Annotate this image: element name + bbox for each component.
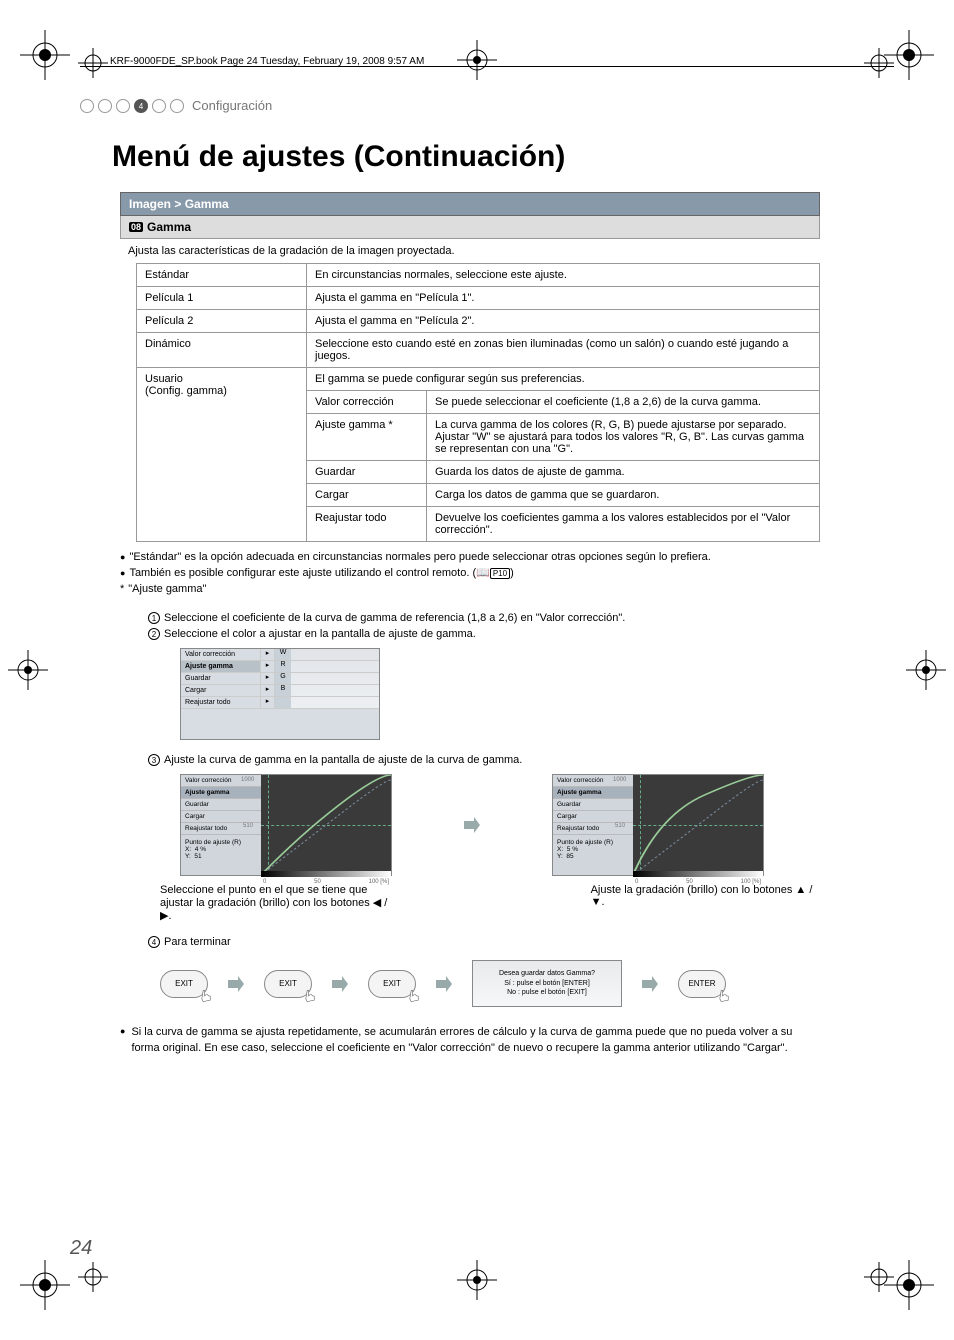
cell-label: Dinámico	[137, 333, 307, 368]
page-ref-icon: 📖	[476, 567, 490, 579]
sub-header-text: Gamma	[147, 220, 191, 234]
cell-desc: La curva gamma de los colores (R, G, B) …	[427, 414, 820, 461]
arrow-right-icon	[640, 974, 660, 994]
cell-label: Usuario(Config. gamma)	[137, 368, 307, 542]
cell-desc: Devuelve los coeficientes gamma a los va…	[427, 507, 820, 542]
table-row: Estándar En circunstancias normales, sel…	[120, 264, 820, 287]
step-4: 4Para terminar	[148, 936, 820, 948]
section-header: Imagen > Gamma	[120, 192, 820, 216]
exit-button[interactable]: EXIT	[264, 970, 312, 998]
exit-button[interactable]: EXIT	[368, 970, 416, 998]
cell-label: Película 1	[137, 287, 307, 310]
sub-header: 08 Gamma	[120, 216, 820, 239]
enter-button[interactable]: ENTER	[678, 970, 726, 998]
arrow-right-icon	[462, 815, 482, 835]
cell-desc: Seleccione esto cuando esté en zonas bie…	[307, 333, 820, 368]
bc-step-5	[152, 99, 166, 113]
cell-desc: Se puede seleccionar el coeficiente (1,8…	[427, 391, 820, 414]
note-item: También es posible configurar este ajust…	[120, 566, 820, 582]
final-note: ● Si la curva de gamma se ajusta repetid…	[120, 1025, 820, 1056]
save-dialog: Desea guardar datos Gamma? Sí : pulse el…	[472, 960, 622, 1007]
top-rule	[80, 66, 894, 67]
cell-label: Cargar	[307, 484, 427, 507]
corner-cross-tr	[864, 48, 894, 78]
table-row: Dinámico Seleccione esto cuando esté en …	[120, 333, 820, 368]
cell-desc: Ajusta el gamma en "Película 1".	[307, 287, 820, 310]
breadcrumb-label: Configuración	[192, 98, 272, 113]
bc-step-1	[80, 99, 94, 113]
cell-label: Ajuste gamma *	[307, 414, 427, 461]
gamma-chart-left: Valor corrección Ajuste gamma Guardar Ca…	[180, 774, 392, 876]
bc-step-6	[170, 99, 184, 113]
corner-cross-bl	[78, 1262, 108, 1292]
bc-step-4: 4	[134, 99, 148, 113]
cell-desc: El gamma se puede configurar según sus p…	[307, 368, 820, 391]
exit-button[interactable]: EXIT	[160, 970, 208, 998]
hand-cursor-icon	[717, 989, 731, 1003]
gamma-menu-screenshot-1: Valor corrección▸W Ajuste gamma▸R Guarda…	[180, 648, 380, 740]
gamma-graph-pair: Valor corrección Ajuste gamma Guardar Ca…	[180, 774, 820, 876]
crop-mark-bl	[20, 1260, 70, 1310]
sub-header-tag: 08	[129, 222, 143, 232]
cell-desc: Carga los datos de gamma que se guardaro…	[427, 484, 820, 507]
note-item: "Ajuste gamma"	[120, 582, 820, 598]
caption-left: Seleccione el punto en el que se tiene q…	[160, 884, 391, 922]
crop-mark-tl	[20, 30, 70, 80]
hand-cursor-icon	[303, 989, 317, 1003]
graph-captions: Seleccione el punto en el que se tiene q…	[160, 884, 820, 922]
bullet-icon: ●	[120, 1025, 125, 1056]
cell-desc: En circunstancias normales, seleccione e…	[307, 264, 820, 287]
table-row: Usuario(Config. gamma) El gamma se puede…	[120, 368, 820, 391]
breadcrumb: 4 Configuración	[80, 98, 272, 113]
gamma-chart-right: Valor corrección Ajuste gamma Guardar Ca…	[552, 774, 764, 876]
settings-table: Estándar En circunstancias normales, sel…	[120, 263, 820, 542]
notes-list: "Estándar" es la opción adecuada en circ…	[120, 550, 820, 598]
cell-desc: Ajusta el gamma en "Película 2".	[307, 310, 820, 333]
section-desc: Ajusta las características de la gradaci…	[120, 239, 820, 263]
crop-mark-mb	[457, 1260, 497, 1300]
arrow-right-icon	[330, 974, 350, 994]
corner-cross-br	[864, 1262, 894, 1292]
page-number: 24	[70, 1237, 92, 1260]
crop-mark-ml	[8, 650, 48, 690]
cell-label: Estándar	[137, 264, 307, 287]
bc-step-2	[98, 99, 112, 113]
exit-flow: EXIT EXIT EXIT Desea guardar datos Gamma…	[160, 960, 820, 1007]
corner-cross-tl	[78, 48, 108, 78]
caption-right: Ajuste la gradación (brillo) con lo boto…	[591, 884, 820, 922]
arrow-right-icon	[434, 974, 454, 994]
hand-cursor-icon	[407, 989, 421, 1003]
table-row: Película 1 Ajusta el gamma en "Película …	[120, 287, 820, 310]
crop-mark-mr	[906, 650, 946, 690]
step-3: 3Ajuste la curva de gamma en la pantalla…	[148, 754, 820, 766]
arrow-right-icon	[226, 974, 246, 994]
note-item: "Estándar" es la opción adecuada en circ…	[120, 550, 820, 566]
bc-step-3	[116, 99, 130, 113]
page-title: Menú de ajustes (Continuación)	[112, 140, 565, 174]
table-row: Película 2 Ajusta el gamma en "Película …	[120, 310, 820, 333]
page-ref: P10	[490, 568, 510, 579]
cell-desc: Guarda los datos de ajuste de gamma.	[427, 461, 820, 484]
cell-label: Reajustar todo	[307, 507, 427, 542]
crop-mark-mt	[457, 40, 497, 80]
cell-label: Guardar	[307, 461, 427, 484]
hand-cursor-icon	[199, 989, 213, 1003]
cell-label: Valor corrección	[307, 391, 427, 414]
step-1: 1Seleccione el coeficiente de la curva d…	[148, 612, 820, 624]
step-2: 2Seleccione el color a ajustar en la pan…	[148, 628, 820, 640]
cell-label: Película 2	[137, 310, 307, 333]
